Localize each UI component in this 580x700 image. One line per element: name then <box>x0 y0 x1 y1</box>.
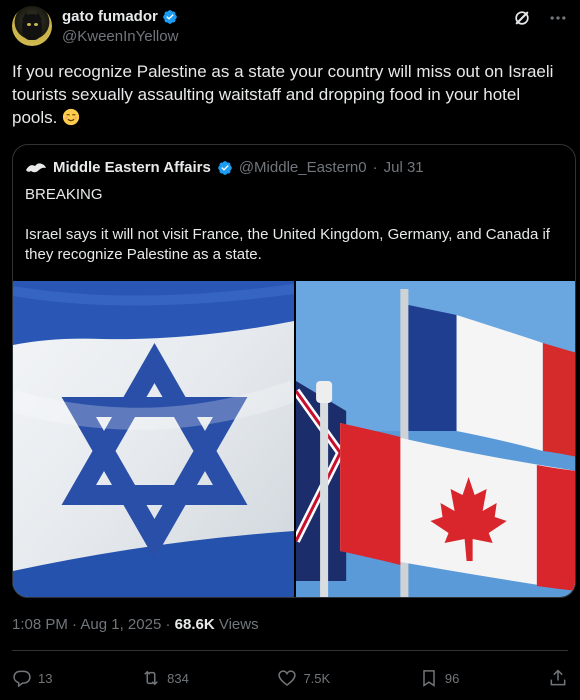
author-display-name[interactable]: gato fumador <box>62 8 158 25</box>
author-handle[interactable]: @KweenInYellow <box>62 28 178 45</box>
like-button[interactable]: 7.5K <box>277 668 330 688</box>
tweet-meta-separator: · <box>72 616 78 633</box>
views-count: 68.6K <box>174 616 215 633</box>
repost-icon <box>144 670 158 686</box>
views-label: Views <box>218 616 259 633</box>
repost-button[interactable]: 834 <box>141 668 189 688</box>
middle-eastern-affairs-logo-icon <box>25 161 47 175</box>
tweet-timestamp-row: 1:08 PM · Aug 1, 2025 · 68.6K Views <box>12 616 259 633</box>
share-icon <box>550 669 566 686</box>
repost-count: 834 <box>167 670 189 686</box>
heart-icon <box>278 670 297 687</box>
quoted-tweet-text: BREAKING Israel says it will not visit F… <box>25 185 563 285</box>
verified-badge-icon <box>162 9 178 25</box>
quoted-body: Israel says it will not visit France, th… <box>25 226 550 263</box>
divider <box>12 650 568 651</box>
quoted-author-handle[interactable]: @Middle_Eastern0 <box>239 159 367 176</box>
tweet-header: gato fumador @KweenInYellow <box>12 6 568 50</box>
tweet-text: If you recognize Palestine as a state yo… <box>12 60 568 129</box>
action-bar: 13 834 7.5K 96 <box>12 664 568 692</box>
quoted-separator: · <box>372 159 378 176</box>
avatar[interactable] <box>12 6 52 46</box>
tweet-time[interactable]: 1:08 PM <box>12 616 68 633</box>
reply-icon <box>13 670 31 688</box>
quoted-breaking-label: BREAKING <box>25 186 103 203</box>
tweet-meta-separator-2: · <box>165 616 171 633</box>
france-canada-uk-flags-image[interactable] <box>296 281 575 597</box>
bookmark-button[interactable]: 96 <box>419 668 459 688</box>
like-count: 7.5K <box>303 670 331 686</box>
quoted-date[interactable]: Jul 31 <box>384 159 424 176</box>
tweet-date[interactable]: Aug 1, 2025 <box>80 616 161 633</box>
reply-button[interactable]: 13 <box>12 668 52 688</box>
more-options-icon[interactable] <box>548 8 568 28</box>
quoted-media[interactable] <box>13 281 575 597</box>
quoted-tweet[interactable]: Middle Eastern Affairs @Middle_Eastern0 … <box>12 144 576 598</box>
relieved-face-emoji-icon <box>62 108 80 126</box>
tweet-body: If you recognize Palestine as a state yo… <box>12 62 554 127</box>
bookmark-count: 96 <box>444 670 460 686</box>
grok-icon[interactable] <box>512 8 532 28</box>
author-name-row[interactable]: gato fumador <box>62 8 178 25</box>
bookmark-icon <box>423 670 435 687</box>
quoted-author-name[interactable]: Middle Eastern Affairs <box>53 159 211 176</box>
quoted-tweet-header: Middle Eastern Affairs @Middle_Eastern0 … <box>25 159 424 176</box>
quoted-verified-badge-icon <box>217 160 233 176</box>
share-button[interactable] <box>548 668 568 688</box>
reply-count: 13 <box>38 670 53 686</box>
israel-flag-image[interactable] <box>13 281 294 597</box>
